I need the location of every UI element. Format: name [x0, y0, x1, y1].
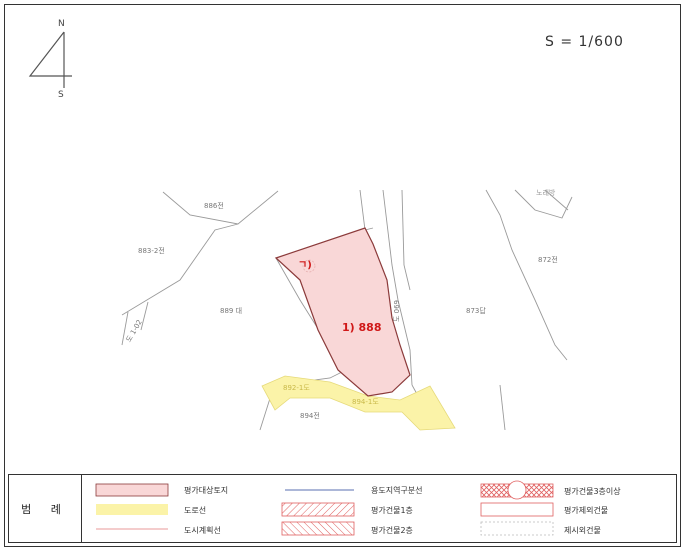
cadastral-map — [28, 31, 573, 431]
legend-label-city-plan: 도시계획선 — [184, 526, 221, 535]
legend-swatch-excluded — [480, 502, 554, 517]
scale-label: S = 1/600 — [545, 34, 624, 50]
road-label-vertical: 도 069 — [393, 299, 402, 323]
subject-parcel-label: 1) 888 — [342, 321, 382, 334]
parcel-label-886: 886전 — [204, 202, 224, 210]
legend-label-1f: 평가건물1층 — [371, 506, 413, 515]
parcel-label-top-right: 노래방 — [536, 189, 556, 197]
legend-label-subject: 평가대상토지 — [184, 486, 229, 495]
parcel-label-892: 892-1도 — [283, 384, 310, 392]
legend-swatch-1f — [281, 502, 355, 517]
legend-label-proposed: 제시외건물 — [564, 526, 601, 535]
subject-building-label: ㄱ) — [298, 260, 312, 271]
legend-swatch-2f — [281, 521, 355, 536]
legend-swatch-proposed — [480, 521, 554, 536]
parcel-label-889: 889 대 — [220, 307, 243, 315]
parcel-label-894-1: 894-1도 — [352, 398, 379, 406]
compass-icon — [28, 31, 72, 88]
parcel-label-873: 873답 — [466, 307, 486, 315]
parcel-label-883: 883-2전 — [138, 247, 165, 255]
legend-label-2f: 평가건물2층 — [371, 526, 413, 535]
compass-south: S — [58, 90, 64, 100]
parcel-label-872: 872전 — [538, 256, 558, 264]
compass-north: N — [58, 19, 65, 29]
legend-swatch-subject — [95, 483, 169, 497]
legend-label-road: 도로선 — [184, 506, 207, 515]
parcel-label-894: 894전 — [300, 412, 320, 420]
legend-box: 범 례 평가대상토지 용도지역구분선 평가건물3층이상 도로선 평가건물1층 평… — [8, 474, 677, 543]
subject-parcel — [274, 227, 411, 397]
legend-label-3f: 평가건물3층이상 — [564, 487, 621, 496]
legend-label-land-use: 용도지역구분선 — [371, 486, 423, 495]
legend-label-excluded: 평가제외건물 — [564, 506, 609, 515]
legend-swatch-road — [96, 504, 168, 515]
